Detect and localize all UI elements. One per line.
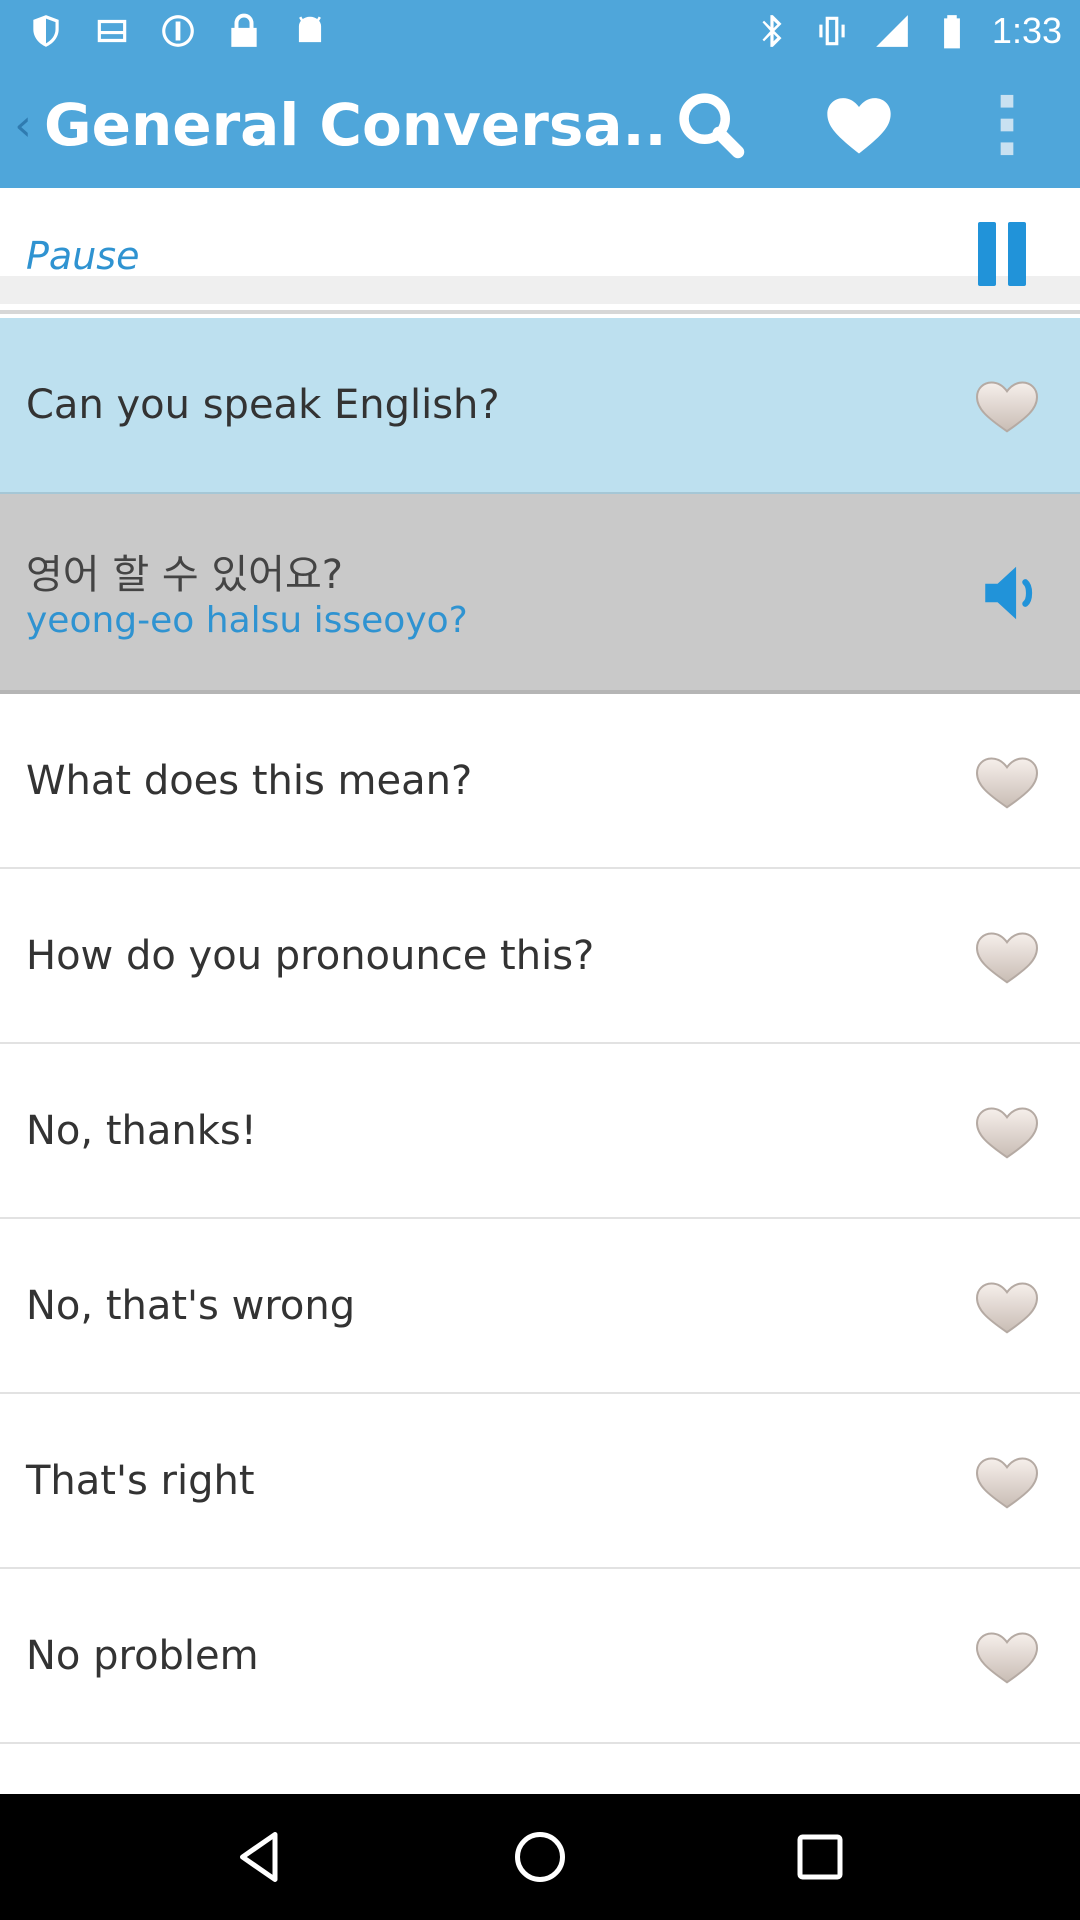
pause-bar-right [1008, 222, 1026, 286]
pause-bar-left [978, 222, 996, 286]
phrase-list: Can you speak English? 영어 할 수 있어요? yeong… [0, 318, 1080, 1744]
phrase-label: No, thanks! [26, 1107, 257, 1154]
back-icon [240, 1832, 278, 1882]
list-item[interactable]: How do you pronounce this? [0, 869, 1080, 1044]
heart-icon [975, 931, 1039, 983]
favorite-heart-button[interactable] [972, 1626, 1042, 1686]
android-icon [290, 11, 330, 51]
favorite-heart-button[interactable] [972, 926, 1042, 986]
heart-icon [975, 1281, 1039, 1333]
phrase-label: What does this mean? [26, 757, 473, 804]
heart-icon [827, 98, 891, 154]
divider [0, 310, 1080, 314]
shield-icon [26, 11, 66, 51]
heart-icon [975, 1456, 1039, 1508]
search-button[interactable] [656, 62, 766, 188]
recents-icon [797, 1834, 843, 1880]
bluetooth-icon [752, 11, 792, 51]
favorite-heart-button[interactable] [972, 1276, 1042, 1336]
page-title: General Conversa... [44, 91, 664, 159]
pause-label[interactable]: Pause [26, 234, 139, 278]
nav-back-button[interactable] [205, 1802, 315, 1912]
pause-icon[interactable] [978, 222, 1026, 286]
nav-home-button[interactable] [485, 1802, 595, 1912]
phrase-label: Can you speak English? [26, 382, 500, 428]
block-icon [158, 11, 198, 51]
search-icon [679, 93, 745, 159]
speaker-icon [985, 566, 1033, 620]
list-item-selected[interactable]: Can you speak English? [0, 318, 1080, 494]
favorites-button[interactable] [804, 62, 914, 188]
list-item[interactable]: That's right [0, 1394, 1080, 1569]
heart-icon [975, 1106, 1039, 1158]
heart-icon [975, 1631, 1039, 1683]
status-left-icons [26, 11, 330, 51]
heart-icon [975, 381, 1039, 433]
heart-icon [975, 756, 1039, 808]
translation-native-text: 영어 할 수 있어요? [26, 552, 343, 598]
vibrate-icon [812, 11, 852, 51]
favorite-heart-button[interactable] [972, 375, 1042, 435]
status-bar: 1:33 [0, 0, 1080, 62]
list-item[interactable]: No, that's wrong [0, 1219, 1080, 1394]
notification-icon [92, 11, 132, 51]
overflow-menu-button[interactable] [952, 62, 1062, 188]
phrase-label: That's right [26, 1457, 255, 1504]
list-item[interactable]: What does this mean? [0, 694, 1080, 869]
app-bar: ‹ General Conversa... [0, 62, 1080, 188]
list-item[interactable]: No, thanks! [0, 1044, 1080, 1219]
favorite-heart-button[interactable] [972, 1451, 1042, 1511]
phrase-label: How do you pronounce this? [26, 932, 595, 979]
translation-romanized-text: yeong-eo halsu isseoyo? [26, 600, 468, 641]
favorite-heart-button[interactable] [972, 751, 1042, 811]
status-right-icons: 1:33 [752, 10, 1062, 52]
play-audio-button[interactable] [976, 556, 1050, 630]
signal-icon [872, 11, 912, 51]
player-band [0, 276, 1080, 304]
list-item[interactable]: No problem [0, 1569, 1080, 1744]
system-nav-bar [0, 1794, 1080, 1920]
home-icon [515, 1832, 565, 1882]
translation-panel[interactable]: 영어 할 수 있어요? yeong-eo halsu isseoyo? [0, 494, 1080, 694]
player-bar: Pause [0, 188, 1080, 314]
back-chevron-icon[interactable]: ‹ [6, 62, 40, 188]
phrase-label: No, that's wrong [26, 1282, 356, 1329]
status-time: 1:33 [991, 10, 1062, 51]
nav-recents-button[interactable] [765, 1802, 875, 1912]
overflow-menu-icon [1000, 94, 1014, 156]
battery-icon [932, 11, 972, 51]
phrase-label: No problem [26, 1632, 259, 1679]
favorite-heart-button[interactable] [972, 1101, 1042, 1161]
lock-icon [224, 11, 264, 51]
